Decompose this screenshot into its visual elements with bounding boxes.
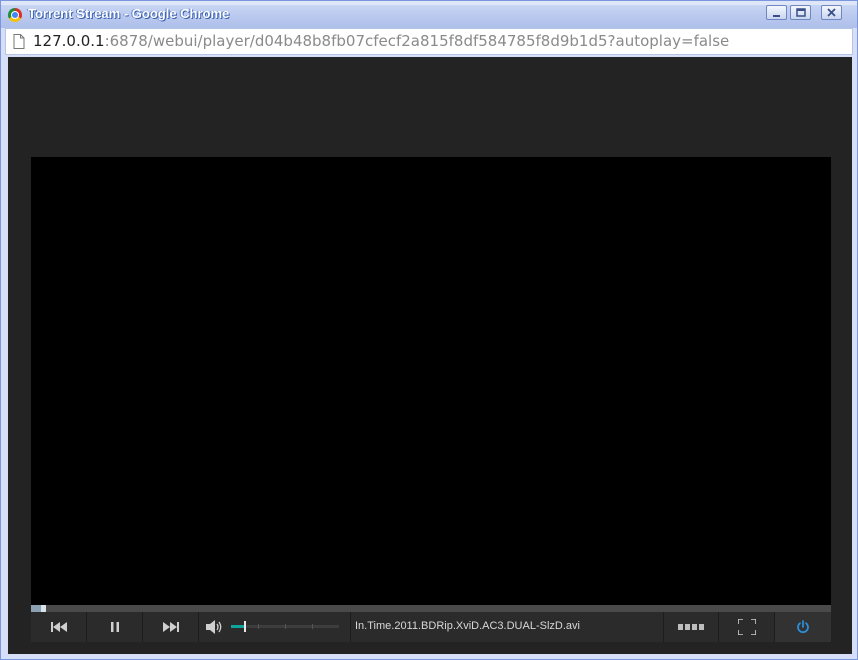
title-bar-top-strip: [1, 1, 857, 5]
close-button[interactable]: [821, 5, 842, 20]
close-icon: [827, 8, 836, 17]
next-icon: [162, 622, 179, 632]
volume-slider[interactable]: [231, 621, 339, 632]
fullscreen-button[interactable]: [719, 612, 775, 642]
volume-icon: [206, 620, 222, 634]
previous-icon: [50, 622, 67, 632]
page-icon: [13, 34, 25, 49]
pause-button[interactable]: [87, 612, 143, 642]
mute-button[interactable]: [199, 612, 231, 642]
power-button[interactable]: [775, 612, 831, 642]
player-controls: In.Time.2011.BDRip.XviD.AC3.DUAL-SlzD.av…: [31, 612, 831, 642]
minimize-icon: [773, 15, 780, 17]
address-bar[interactable]: 127.0.0.1:6878/webui/player/d04b48b8fb07…: [5, 28, 853, 55]
pause-icon: [110, 622, 119, 632]
next-button[interactable]: [143, 612, 199, 642]
fullscreen-icon: [737, 619, 756, 635]
volume-level: [231, 625, 244, 628]
chrome-icon: [8, 8, 22, 22]
playlist-icon: [678, 624, 704, 630]
previous-button[interactable]: [31, 612, 87, 642]
video-area[interactable]: [31, 157, 831, 605]
playlist-button[interactable]: [663, 612, 719, 642]
volume-tick: [312, 624, 313, 629]
volume-tick: [258, 624, 259, 629]
window-title: Torrent Stream - Google Chrome: [28, 6, 230, 21]
maximize-button[interactable]: [790, 5, 811, 20]
seek-handle[interactable]: [41, 605, 46, 612]
maximize-icon: [796, 8, 806, 17]
volume-tick: [285, 624, 286, 629]
file-name: In.Time.2011.BDRip.XviD.AC3.DUAL-SlzD.av…: [355, 620, 580, 632]
browser-window: Torrent Stream - Google Chrome 127.0.0.1…: [0, 0, 858, 660]
url-text[interactable]: 127.0.0.1:6878/webui/player/d04b48b8fb07…: [33, 32, 729, 50]
power-icon: [797, 620, 809, 634]
page-content: In.Time.2011.BDRip.XviD.AC3.DUAL-SlzD.av…: [8, 57, 852, 654]
url-path: :6878/webui/player/d04b48b8fb07cfecf2a81…: [104, 32, 730, 50]
seek-bar[interactable]: [31, 605, 831, 612]
title-bar[interactable]: Torrent Stream - Google Chrome: [1, 1, 857, 28]
volume-handle[interactable]: [244, 621, 246, 632]
url-host: 127.0.0.1: [33, 32, 105, 50]
minimize-button[interactable]: [766, 5, 787, 20]
